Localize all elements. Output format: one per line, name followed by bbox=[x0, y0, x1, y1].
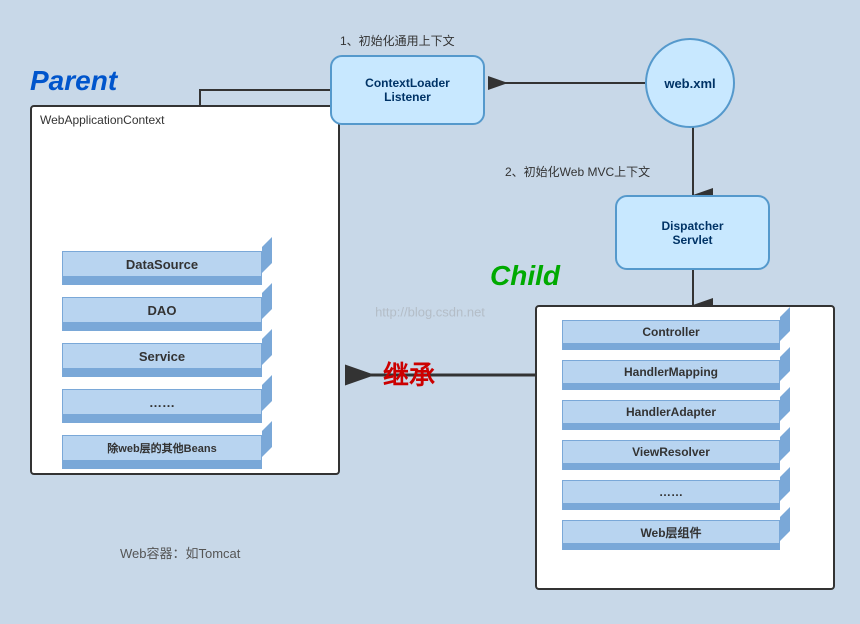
block-web-components: Web层组件 bbox=[562, 517, 792, 549]
block-other-beans-label: 除web层的其他Beans bbox=[62, 435, 262, 461]
web-container-text: Web容器：如Tomcat bbox=[120, 543, 240, 562]
parent-label: Parent bbox=[30, 65, 117, 97]
block-dao: DAO bbox=[62, 293, 272, 327]
annotation-2: 2、初始化Web MVC上下文 bbox=[505, 163, 650, 180]
block-dots2: …… bbox=[562, 477, 792, 509]
block-controller: Controller bbox=[562, 317, 792, 349]
block-controller-label: Controller bbox=[562, 320, 780, 344]
annotation-1: 1、初始化通用上下文 bbox=[340, 32, 455, 49]
webapp-context-label: WebApplicationContext bbox=[40, 113, 165, 127]
dispatcher-label: DispatcherServlet bbox=[661, 219, 723, 247]
ctx-loader-label: ContextLoaderListener bbox=[365, 76, 450, 104]
block-service: Service bbox=[62, 339, 272, 373]
inheritance-text: 继承 bbox=[383, 355, 435, 392]
webxml-label: web.xml bbox=[664, 76, 715, 91]
block-dots: …… bbox=[62, 385, 272, 419]
block-handlermapping-label: HandlerMapping bbox=[562, 360, 780, 384]
block-viewresolver: ViewResolver bbox=[562, 437, 792, 469]
block-viewresolver-label: ViewResolver bbox=[562, 440, 780, 464]
block-datasource-label: DataSource bbox=[62, 251, 262, 277]
block-handleradapter: HandlerAdapter bbox=[562, 397, 792, 429]
ctx-loader-box: ContextLoaderListener bbox=[330, 55, 485, 125]
block-handlermapping: HandlerMapping bbox=[562, 357, 792, 389]
dispatcher-box: DispatcherServlet bbox=[615, 195, 770, 270]
webxml-circle: web.xml bbox=[645, 38, 735, 128]
watermark: http://blog.csdn.net bbox=[375, 305, 485, 320]
parent-blocks-area: DataSource DAO Service …… 除web层的其他Beans bbox=[62, 247, 272, 465]
block-dots2-label: …… bbox=[562, 480, 780, 504]
parent-container: WebApplicationContext DataSource DAO Ser… bbox=[30, 105, 340, 475]
block-dots-label: …… bbox=[62, 389, 262, 415]
block-handleradapter-label: HandlerAdapter bbox=[562, 400, 780, 424]
block-service-label: Service bbox=[62, 343, 262, 369]
child-label: Child bbox=[490, 260, 560, 292]
block-dao-label: DAO bbox=[62, 297, 262, 323]
block-other-beans: 除web层的其他Beans bbox=[62, 431, 272, 465]
child-blocks-area: Controller HandlerMapping HandlerAdapter… bbox=[562, 317, 792, 549]
block-web-components-label: Web层组件 bbox=[562, 520, 780, 544]
block-datasource: DataSource bbox=[62, 247, 272, 281]
child-container: Controller HandlerMapping HandlerAdapter… bbox=[535, 305, 835, 590]
